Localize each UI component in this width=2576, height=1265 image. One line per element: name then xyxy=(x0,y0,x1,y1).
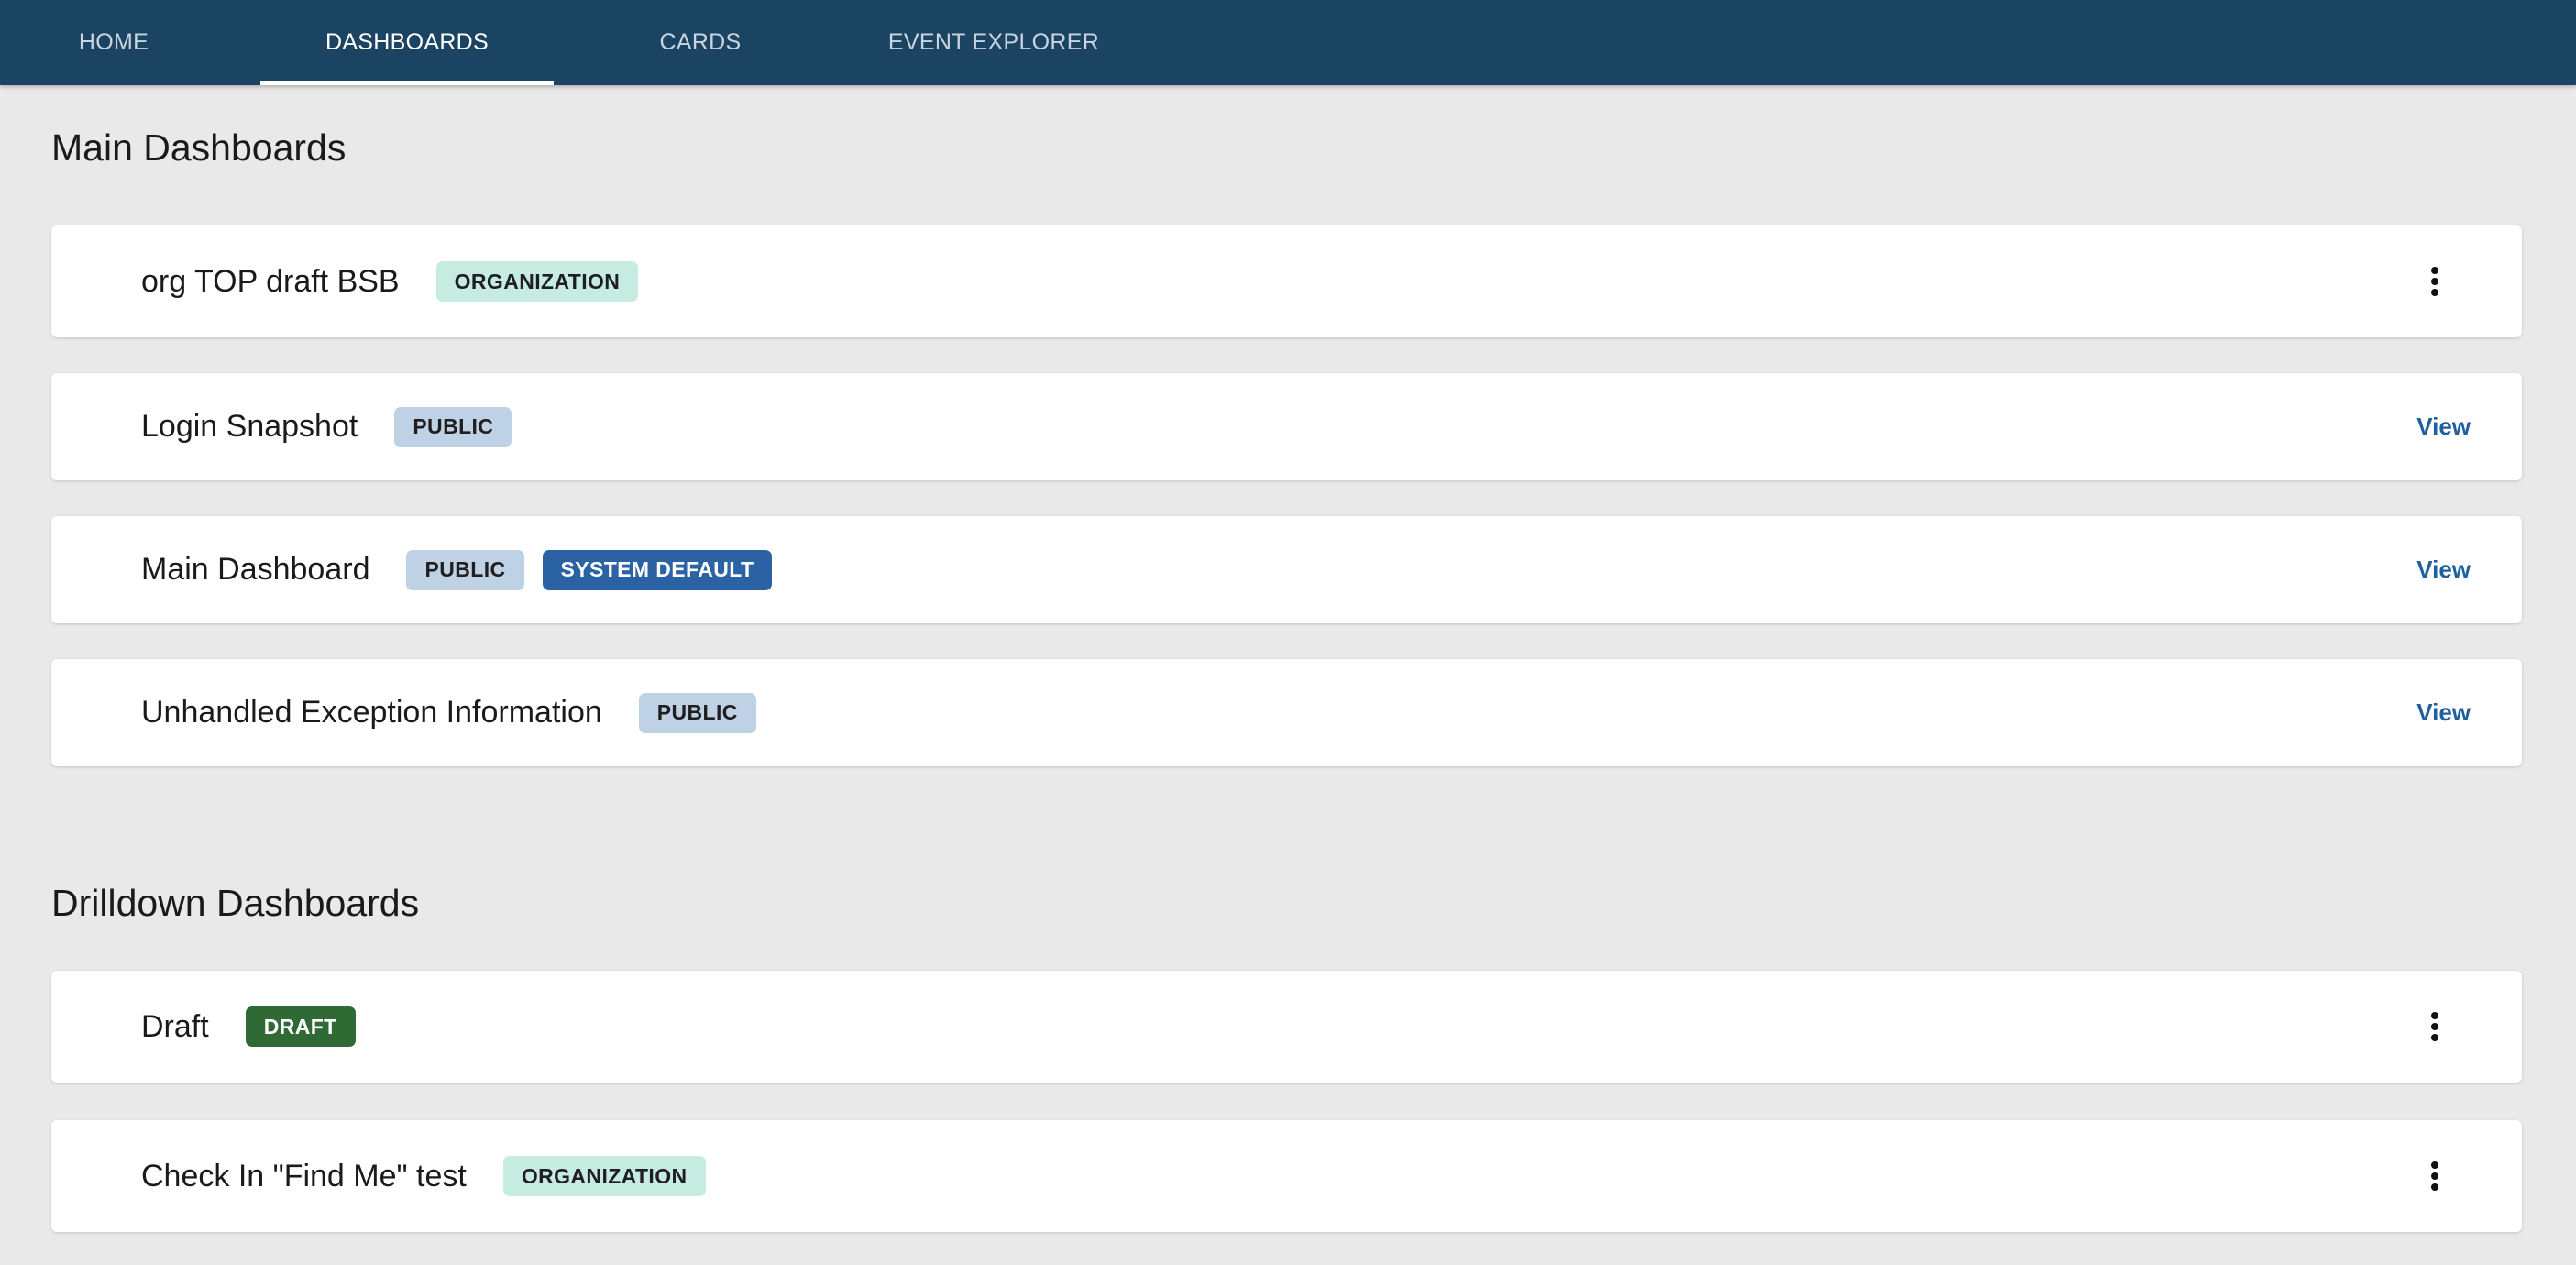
dashboard-title[interactable]: Check In "Find Me" test xyxy=(141,1159,467,1194)
dashboard-row[interactable]: Unhandled Exception Information PUBLIC V… xyxy=(51,659,2522,766)
organization-badge: ORGANIZATION xyxy=(435,261,639,302)
view-link[interactable]: View xyxy=(2416,698,2471,727)
more-options-icon[interactable] xyxy=(2421,261,2449,302)
dashboard-title[interactable]: Login Snapshot xyxy=(141,409,358,445)
system-default-badge: SYSTEM DEFAULT xyxy=(542,549,773,590)
view-link[interactable]: View xyxy=(2416,556,2471,584)
vertical-dots-icon xyxy=(2431,267,2438,296)
tab-event-explorer[interactable]: EVENT EXPLORER xyxy=(875,0,1112,85)
dashboard-row[interactable]: Draft DRAFT xyxy=(51,971,2522,1083)
dashboard-row[interactable]: Login Snapshot PUBLIC View xyxy=(51,373,2522,480)
dashboard-title[interactable]: org TOP draft BSB xyxy=(141,264,400,300)
dashboard-row[interactable]: Check In "Find Me" test ORGANIZATION xyxy=(51,1120,2522,1232)
public-badge: PUBLIC xyxy=(638,692,756,733)
dashboard-title[interactable]: Main Dashboard xyxy=(141,552,369,588)
draft-badge: DRAFT xyxy=(245,1006,356,1047)
view-link[interactable]: View xyxy=(2416,412,2471,441)
drilldown-dashboards-heading: Drilldown Dashboards xyxy=(51,882,420,924)
public-badge: PUBLIC xyxy=(394,406,512,447)
more-options-icon[interactable] xyxy=(2421,1156,2449,1196)
public-badge: PUBLIC xyxy=(406,549,524,590)
tab-dashboards[interactable]: DASHBOARDS xyxy=(260,0,554,85)
dashboard-title[interactable]: Unhandled Exception Information xyxy=(141,695,602,731)
dashboard-row[interactable]: org TOP draft BSB ORGANIZATION xyxy=(51,226,2522,337)
more-options-icon[interactable] xyxy=(2421,1006,2449,1047)
tab-home[interactable]: HOME xyxy=(37,0,191,85)
dashboard-row[interactable]: Main Dashboard PUBLIC SYSTEM DEFAULT Vie… xyxy=(51,516,2522,623)
top-navigation: HOME DASHBOARDS CARDS EVENT EXPLORER xyxy=(0,0,2576,85)
vertical-dots-icon xyxy=(2431,1012,2438,1041)
main-dashboards-heading: Main Dashboards xyxy=(51,126,347,169)
vertical-dots-icon xyxy=(2431,1161,2438,1191)
tab-cards[interactable]: CARDS xyxy=(623,0,777,85)
dashboard-title[interactable]: Draft xyxy=(141,1009,209,1045)
organization-badge: ORGANIZATION xyxy=(502,1156,706,1196)
